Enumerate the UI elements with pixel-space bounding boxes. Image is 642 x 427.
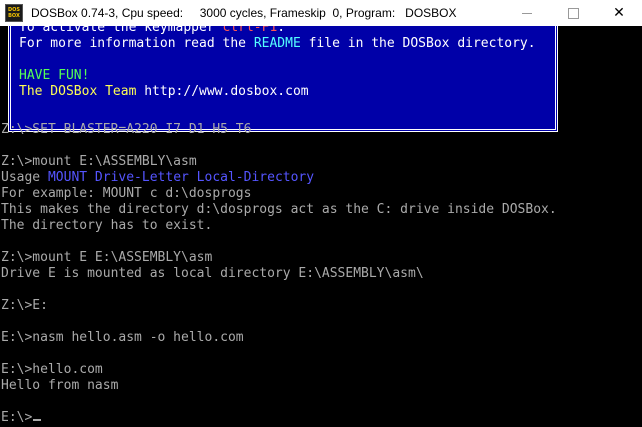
readme-pre: For more information read the [19, 36, 254, 51]
console-line: Z:\>mount E E:\ASSEMBLY\asm [1, 250, 213, 265]
console-line: For example: MOUNT c d:\dosprogs [1, 186, 252, 201]
usage-label: Usage [1, 170, 48, 185]
title-bar[interactable]: DOS BOX DOSBox 0.74-3, Cpu speed: 3000 c… [0, 0, 642, 26]
banner-readme-line: For more information read the README fil… [19, 36, 536, 52]
text-cursor [33, 419, 42, 421]
keymapper-end: . [277, 26, 286, 35]
welcome-banner: To activate the keymapper ctrl-F1. For m… [8, 26, 558, 132]
team-url: http://www.dosbox.com [144, 84, 309, 99]
console-line: The directory has to exist. [1, 218, 213, 233]
console-line: Hello from nasm [1, 378, 119, 393]
usage-line: Usage MOUNT Drive-Letter Local-Directory [1, 170, 314, 186]
keymapper-text: To activate the keymapper [19, 26, 223, 35]
console-line: Z:\>SET BLASTER=A220 I7 D1 H5 T6 [1, 122, 252, 137]
maximize-button[interactable] [550, 0, 596, 26]
console-line: This makes the directory d:\dosprogs act… [1, 202, 557, 217]
prompt-text: E:\> [1, 410, 33, 425]
banner-team-line: The DOSBox Team http://www.dosbox.com [19, 84, 309, 100]
minimize-button[interactable] [504, 0, 550, 26]
minimize-icon [522, 12, 532, 14]
have-fun-line: HAVE FUN! [19, 68, 90, 83]
dos-console[interactable]: To activate the keymapper ctrl-F1. For m… [0, 26, 642, 427]
console-line: E:\>nasm hello.asm -o hello.com [1, 330, 244, 345]
dosbox-icon: DOS BOX [5, 4, 23, 22]
window-title: DOSBox 0.74-3, Cpu speed: 3000 cycles, F… [31, 6, 457, 20]
icon-text-bottom: BOX [8, 13, 20, 19]
console-line: E:\>hello.com [1, 362, 103, 377]
usage-command: MOUNT Drive-Letter Local-Directory [47, 170, 315, 185]
command-prompt[interactable]: E:\> [1, 410, 42, 426]
banner-keymapper-line: To activate the keymapper ctrl-F1. [19, 26, 285, 36]
console-line: Z:\>E: [1, 298, 48, 313]
readme-post: file in the DOSBox directory. [300, 36, 536, 51]
readme-word: README [253, 36, 301, 51]
maximize-icon [567, 7, 579, 19]
console-line: Drive E is mounted as local directory E:… [1, 266, 424, 281]
close-icon: ✕ [613, 5, 625, 21]
console-line: Z:\>mount E:\ASSEMBLY\asm [1, 154, 197, 169]
team-text: The DOSBox Team [19, 84, 145, 99]
dosbox-window: DOS BOX DOSBox 0.74-3, Cpu speed: 3000 c… [0, 0, 642, 427]
close-button[interactable]: ✕ [596, 0, 642, 26]
keymapper-key: ctrl-F1 [222, 26, 278, 35]
